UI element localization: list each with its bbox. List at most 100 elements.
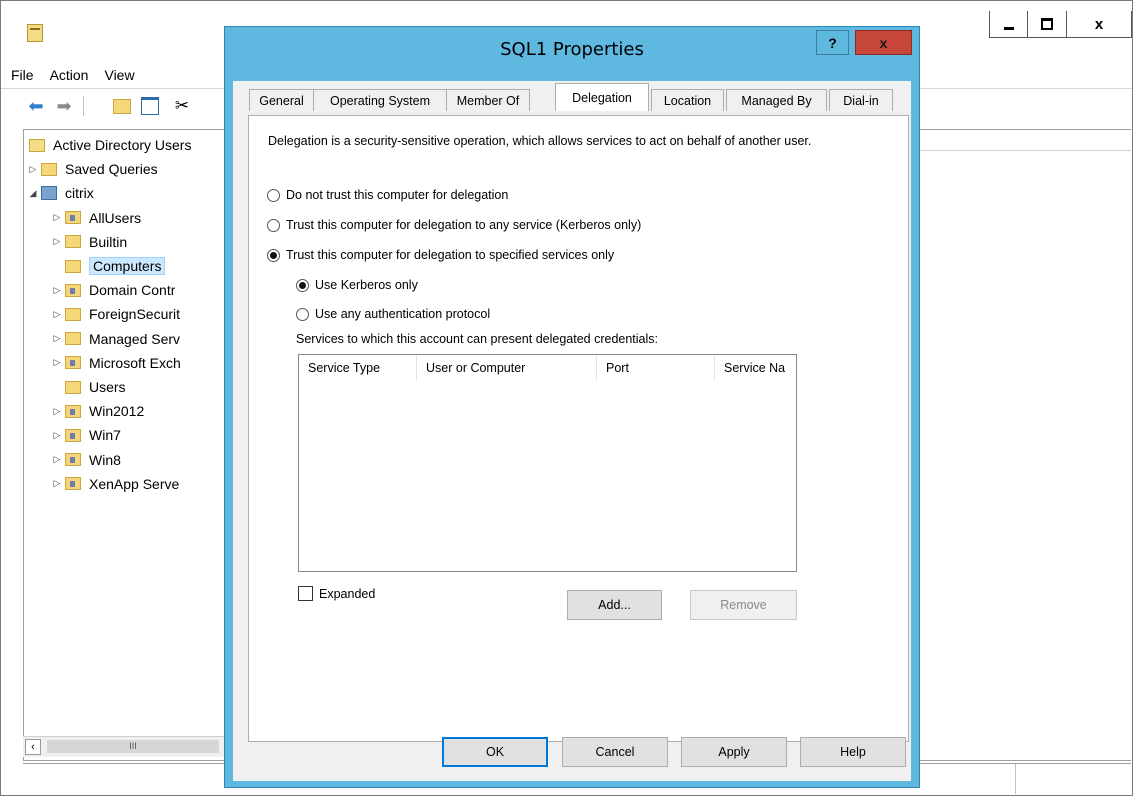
delegation-panel: Delegation is a security-sensitive opera… xyxy=(248,115,909,742)
expand-arrow-icon[interactable]: ▷ xyxy=(25,164,41,175)
no-trust-radio[interactable] xyxy=(267,188,280,202)
tree-item-label: AllUsers xyxy=(89,209,142,226)
expand-arrow-icon[interactable]: ▷ xyxy=(49,357,65,368)
tab-managed-by[interactable]: Managed By xyxy=(726,89,827,111)
expand-arrow-icon[interactable]: ▷ xyxy=(49,454,65,465)
trust-specified-option[interactable]: Trust this computer for delegation to sp… xyxy=(267,248,614,262)
folder-icon xyxy=(41,162,57,176)
expand-arrow-icon[interactable]: ▷ xyxy=(49,333,65,344)
expand-arrow-icon[interactable]: ▷ xyxy=(49,212,65,223)
no-trust-option[interactable]: Do not trust this computer for delegatio… xyxy=(267,188,508,202)
tree-item[interactable]: ▷ Domain Contr xyxy=(49,279,176,301)
tree-item[interactable]: ▷ Builtin xyxy=(49,231,128,253)
tree-item-label: Builtin xyxy=(89,233,128,250)
menu-action[interactable]: Action xyxy=(42,67,97,83)
tree-item[interactable]: ▷ Saved Queries xyxy=(25,158,158,180)
column-service-type[interactable]: Service Type xyxy=(299,355,417,381)
column-user-or-computer[interactable]: User or Computer xyxy=(417,355,597,381)
tree-item[interactable]: Users xyxy=(49,376,126,398)
tree-item-label: Users xyxy=(89,379,126,395)
forward-arrow-icon[interactable]: ➡ xyxy=(53,95,75,117)
services-list[interactable]: Service Type User or Computer Port Servi… xyxy=(298,354,797,572)
tab-location[interactable]: Location xyxy=(651,89,724,111)
scroll-thumb[interactable]: III xyxy=(47,740,219,753)
trust-any-option[interactable]: Trust this computer for delegation to an… xyxy=(267,218,641,232)
tree-item[interactable]: ▷ Microsoft Exch xyxy=(49,352,181,374)
any-protocol-option[interactable]: Use any authentication protocol xyxy=(296,307,490,321)
trust-specified-label: Trust this computer for delegation to sp… xyxy=(286,248,615,262)
dialog-close-button[interactable]: x xyxy=(855,30,912,55)
add-button[interactable]: Add... xyxy=(567,590,662,620)
folder-icon xyxy=(65,259,81,273)
trust-specified-radio[interactable] xyxy=(267,248,280,262)
tree-horizontal-scrollbar[interactable]: ‹ III xyxy=(23,736,233,757)
window-close-button[interactable]: x xyxy=(1066,11,1132,38)
remove-button: Remove xyxy=(690,590,797,620)
tree-item[interactable]: ▷ Win7 xyxy=(49,424,121,446)
any-protocol-label: Use any authentication protocol xyxy=(315,307,491,321)
ok-button[interactable]: OK xyxy=(442,737,548,767)
no-trust-label: Do not trust this computer for delegatio… xyxy=(286,188,509,202)
tab-dial-in[interactable]: Dial-in xyxy=(829,89,893,111)
trust-any-label: Trust this computer for delegation to an… xyxy=(286,218,642,232)
tree-item[interactable]: ▷ ForeignSecurit xyxy=(49,303,181,325)
tab-general[interactable]: General xyxy=(249,89,314,111)
kerberos-only-radio[interactable] xyxy=(296,278,309,292)
expand-arrow-icon[interactable]: ▷ xyxy=(49,430,65,441)
tab-operating-system[interactable]: Operating System xyxy=(313,89,447,111)
tree-item-label: Win8 xyxy=(89,451,121,468)
tree-item[interactable]: Computers xyxy=(49,255,166,277)
close-icon: x xyxy=(879,34,888,51)
cancel-button[interactable]: Cancel xyxy=(562,737,668,767)
ou-folder-icon xyxy=(65,211,81,225)
tree-item[interactable]: ◢ citrix xyxy=(25,182,94,204)
results-header xyxy=(919,130,1131,151)
tab-delegation[interactable]: Delegation xyxy=(555,83,649,111)
up-folder-icon[interactable] xyxy=(111,95,133,117)
column-service-name[interactable]: Service Na xyxy=(715,355,796,381)
expand-arrow-icon[interactable]: ▷ xyxy=(49,478,65,489)
tree-item[interactable]: ▷ Managed Serv xyxy=(49,328,181,350)
folder-icon xyxy=(65,307,81,321)
folder-icon xyxy=(65,332,81,346)
tree-item[interactable]: Active Directory Users xyxy=(29,134,191,156)
tree-item[interactable]: ▷ AllUsers xyxy=(49,207,142,229)
column-port[interactable]: Port xyxy=(597,355,715,381)
kerberos-only-option[interactable]: Use Kerberos only xyxy=(296,278,418,292)
tree-item[interactable]: ▷ Win8 xyxy=(49,449,121,471)
tree-item-label: Win7 xyxy=(89,427,121,444)
apply-button[interactable]: Apply xyxy=(681,737,787,767)
minimize-button[interactable] xyxy=(989,11,1027,38)
tree-item-label: Microsoft Exch xyxy=(89,354,181,371)
tree-item[interactable]: ▷ Win2012 xyxy=(49,400,145,422)
any-protocol-radio[interactable] xyxy=(296,307,309,321)
mmc-app-icon xyxy=(27,24,43,42)
toolbar-separator xyxy=(83,96,84,116)
kerberos-only-label: Use Kerberos only xyxy=(315,278,418,292)
dialog-help-button[interactable]: ? xyxy=(816,30,849,55)
dialog-title: SQL1 Properties xyxy=(500,38,644,60)
delegation-description: Delegation is a security-sensitive opera… xyxy=(268,134,812,148)
expand-arrow-icon[interactable]: ▷ xyxy=(49,285,65,296)
menu-file[interactable]: File xyxy=(1,67,42,83)
expand-arrow-icon[interactable]: ▷ xyxy=(49,406,65,417)
tree-item[interactable]: ▷ XenApp Serve xyxy=(49,473,180,495)
ou-folder-icon xyxy=(65,428,81,442)
menu-view[interactable]: View xyxy=(96,67,142,83)
expanded-option[interactable]: Expanded xyxy=(298,586,375,601)
cut-icon[interactable]: ✂ xyxy=(171,95,193,117)
help-button[interactable]: Help xyxy=(800,737,906,767)
expand-arrow-icon[interactable]: ▷ xyxy=(49,309,65,320)
scroll-left-arrow-icon[interactable]: ‹ xyxy=(25,739,41,755)
expand-arrow-icon[interactable]: ◢ xyxy=(25,188,41,199)
expanded-checkbox[interactable] xyxy=(298,586,313,601)
tree-item-label: citrix xyxy=(65,185,94,202)
trust-any-radio[interactable] xyxy=(267,218,280,232)
services-list-header: Service Type User or Computer Port Servi… xyxy=(299,355,796,381)
expanded-label: Expanded xyxy=(319,586,376,601)
tab-member-of[interactable]: Member Of xyxy=(446,89,530,111)
maximize-button[interactable] xyxy=(1027,11,1066,38)
expand-arrow-icon[interactable]: ▷ xyxy=(49,236,65,247)
back-arrow-icon[interactable]: ⬅ xyxy=(25,95,47,117)
show-hide-tree-icon[interactable] xyxy=(139,95,161,117)
